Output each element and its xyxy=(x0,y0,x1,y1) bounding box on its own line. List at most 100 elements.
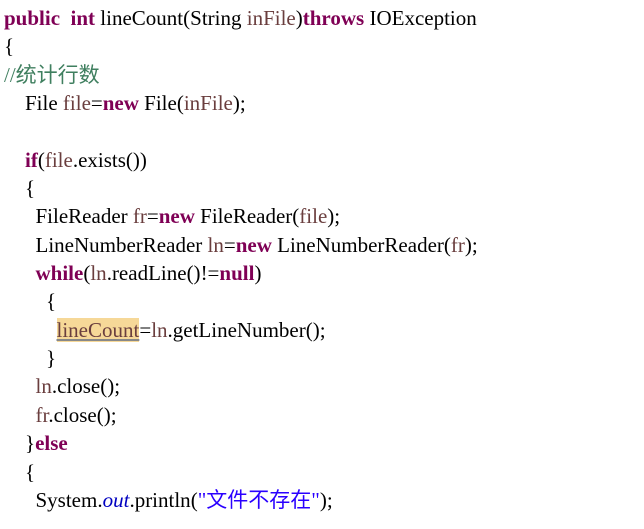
type-ioexception: IOException xyxy=(369,6,476,30)
line-blank xyxy=(4,119,9,143)
type-linenumberreader-ctor: LineNumberReader xyxy=(277,233,444,257)
lbrace: { xyxy=(25,460,35,484)
var-fr: fr xyxy=(133,204,147,228)
line-6: if(file.exists()) xyxy=(4,148,147,172)
keyword-new: new xyxy=(159,204,195,228)
semi: ; xyxy=(111,403,117,427)
string-nofile: "文件不存在" xyxy=(198,488,320,512)
eq: = xyxy=(147,204,159,228)
indent xyxy=(4,233,36,257)
line-14: ln.close(); xyxy=(4,374,120,398)
line-11: { xyxy=(4,289,56,313)
arg-infile: inFile xyxy=(184,91,233,115)
indent xyxy=(4,204,36,228)
method-close: close xyxy=(57,374,100,398)
type-string: String xyxy=(190,6,241,30)
indent xyxy=(4,431,25,455)
keyword-if: if xyxy=(25,148,38,172)
type-filereader-ctor: FileReader xyxy=(200,204,292,228)
field-out: out xyxy=(103,488,130,512)
method-name: lineCount xyxy=(100,6,183,30)
parens: () xyxy=(100,374,114,398)
var-file: file xyxy=(45,148,73,172)
method-readline: readLine xyxy=(112,261,187,285)
line-2: { xyxy=(4,34,14,58)
var-ln: ln xyxy=(151,318,167,342)
keyword-while: while xyxy=(36,261,84,285)
line-18: System.out.println("文件不存在"); xyxy=(4,488,333,512)
line-7: { xyxy=(4,176,35,200)
indent xyxy=(4,261,36,285)
method-getlinenumber: getLineNumber xyxy=(173,318,306,342)
var-fr: fr xyxy=(36,403,49,427)
line-1: public int lineCount(String inFile)throw… xyxy=(4,6,477,30)
line-15: fr.close(); xyxy=(4,403,117,427)
line-3: //统计行数 xyxy=(4,63,100,87)
keyword-public: public xyxy=(4,6,60,30)
code-block: public int lineCount(String inFile)throw… xyxy=(4,4,640,514)
line-16: }else xyxy=(4,431,68,455)
arg-file: file xyxy=(299,204,327,228)
semi: ; xyxy=(240,91,246,115)
keyword-new: new xyxy=(103,91,139,115)
lparen: ( xyxy=(38,148,45,172)
indent xyxy=(4,176,25,200)
rparen: ) xyxy=(465,233,472,257)
indent xyxy=(4,289,46,313)
indent xyxy=(4,374,36,398)
line-4: File file=new File(inFile); xyxy=(4,91,246,115)
lparen: ( xyxy=(177,91,184,115)
indent xyxy=(4,460,25,484)
line-17: { xyxy=(4,460,35,484)
line-12: lineCount=ln.getLineNumber(); xyxy=(4,318,326,342)
semi: ; xyxy=(334,204,340,228)
lparen: ( xyxy=(191,488,198,512)
method-close: close xyxy=(54,403,97,427)
indent xyxy=(4,488,36,512)
parens: () xyxy=(126,148,140,172)
parens: () xyxy=(187,261,201,285)
parens: () xyxy=(97,403,111,427)
type-filereader: FileReader xyxy=(36,204,128,228)
keyword-new: new xyxy=(236,233,272,257)
rparen: ) xyxy=(254,261,261,285)
line-8: FileReader fr=new FileReader(file); xyxy=(4,204,340,228)
semi: ; xyxy=(472,233,478,257)
space xyxy=(60,6,71,30)
rparen: ) xyxy=(296,6,303,30)
eq: = xyxy=(91,91,103,115)
rparen: ) xyxy=(320,488,327,512)
keyword-throws: throws xyxy=(303,6,364,30)
type-system: System xyxy=(36,488,98,512)
indent xyxy=(4,318,57,342)
rbrace: } xyxy=(25,431,35,455)
semi: ; xyxy=(327,488,333,512)
rparen: ) xyxy=(140,148,147,172)
keyword-null: null xyxy=(219,261,254,285)
var-file: file xyxy=(63,91,91,115)
comment: //统计行数 xyxy=(4,63,100,87)
indent xyxy=(4,346,46,370)
rbrace: } xyxy=(46,346,56,370)
eq: = xyxy=(224,233,236,257)
var-ln: ln xyxy=(208,233,224,257)
neq: != xyxy=(201,261,220,285)
lbrace: { xyxy=(46,289,56,313)
lparen: ( xyxy=(444,233,451,257)
type-file-ctor: File xyxy=(144,91,177,115)
eq: = xyxy=(139,318,151,342)
line-10: while(ln.readLine()!=null) xyxy=(4,261,261,285)
semi: ; xyxy=(320,318,326,342)
line-9: LineNumberReader ln=new LineNumberReader… xyxy=(4,233,478,257)
indent xyxy=(4,148,25,172)
type-linenumberreader: LineNumberReader xyxy=(36,233,203,257)
rparen: ) xyxy=(233,91,240,115)
var-ln: ln xyxy=(90,261,106,285)
parens: () xyxy=(306,318,320,342)
param-infile: inFile xyxy=(247,6,296,30)
method-println: println xyxy=(135,488,191,512)
indent xyxy=(4,403,36,427)
var-ln: ln xyxy=(36,374,52,398)
lbrace: { xyxy=(4,34,14,58)
method-exists: exists xyxy=(78,148,126,172)
